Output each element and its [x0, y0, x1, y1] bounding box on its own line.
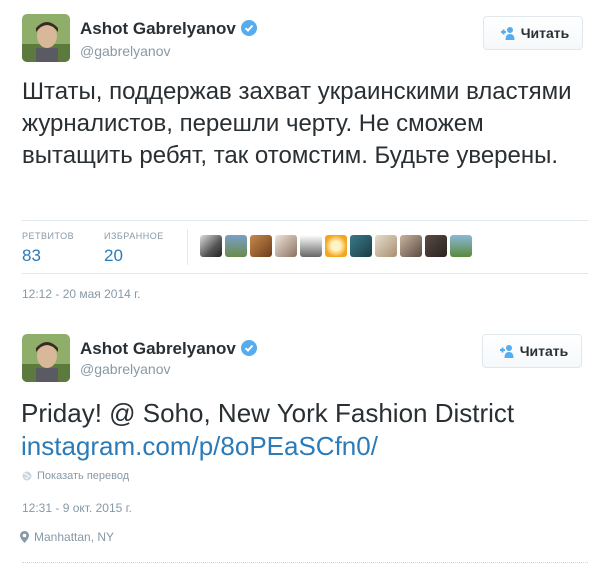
favoriter-avatar[interactable] [200, 235, 222, 257]
favoriter-avatars [200, 235, 472, 257]
favoriter-avatar[interactable] [275, 235, 297, 257]
favoriter-avatar[interactable] [400, 235, 422, 257]
favorites-label: ИЗБРАННОЕ [104, 231, 164, 241]
instagram-link[interactable]: instagram.com/p/8oPEaSCfn0/ [21, 431, 378, 462]
tweet-location[interactable]: Manhattan, NY [20, 530, 114, 544]
tweet-text: Priday! @ Soho, New York Fashion Distric… [21, 398, 515, 428]
author-name[interactable]: Ashot Gabrelyanov [80, 339, 257, 359]
follow-button[interactable]: Читать [482, 334, 582, 368]
follow-button-label: Читать [519, 343, 569, 359]
retweets-label: РЕТВИТОВ [22, 231, 75, 241]
author-handle[interactable]: @gabrelyanov [80, 43, 171, 59]
follow-user-icon [500, 27, 515, 40]
follow-button[interactable]: Читать [483, 16, 583, 50]
show-translation-label[interactable]: Показать перевод [37, 470, 129, 482]
retweets-stat[interactable]: РЕТВИТОВ 83 [22, 231, 74, 266]
tweet-1: Ashot Gabrelyanov @gabrelyanov Читать Шт… [0, 0, 610, 318]
favoriter-avatar[interactable] [325, 235, 347, 257]
favoriter-avatar[interactable] [250, 235, 272, 257]
tweet-timestamp[interactable]: 12:31 - 9 окт. 2015 г. [22, 501, 132, 515]
tweet-timestamp[interactable]: 12:12 - 20 мая 2014 г. [22, 287, 140, 301]
favorites-stat[interactable]: ИЗБРАННОЕ 20 [104, 231, 164, 266]
favorites-count[interactable]: 20 [104, 246, 164, 266]
globe-icon [22, 471, 32, 481]
location-label[interactable]: Manhattan, NY [34, 530, 114, 544]
follow-user-icon [499, 345, 514, 358]
tweet-2: Ashot Gabrelyanov @gabrelyanov Читать Pr… [0, 318, 610, 564]
show-translation[interactable]: Показать перевод [22, 470, 129, 482]
tweet-text: Штаты, поддержав захват украинскими влас… [22, 78, 572, 169]
favoriter-avatar[interactable] [450, 235, 472, 257]
author-name[interactable]: Ashot Gabrelyanov [80, 19, 257, 39]
favoriter-avatar[interactable] [350, 235, 372, 257]
author-handle[interactable]: @gabrelyanov [80, 361, 171, 377]
follow-button-label: Читать [520, 25, 570, 41]
favoriter-avatar[interactable] [225, 235, 247, 257]
favoriter-avatar[interactable] [375, 235, 397, 257]
location-pin-icon [20, 531, 29, 543]
tweet-stats: РЕТВИТОВ 83 ИЗБРАННОЕ 20 [22, 220, 588, 274]
avatar[interactable] [22, 14, 70, 62]
verified-icon [240, 340, 257, 356]
favoriter-avatar[interactable] [300, 235, 322, 257]
avatar[interactable] [22, 334, 70, 382]
verified-icon [240, 20, 257, 36]
stats-divider [187, 229, 188, 265]
retweets-count[interactable]: 83 [22, 246, 74, 266]
favoriter-avatar[interactable] [425, 235, 447, 257]
